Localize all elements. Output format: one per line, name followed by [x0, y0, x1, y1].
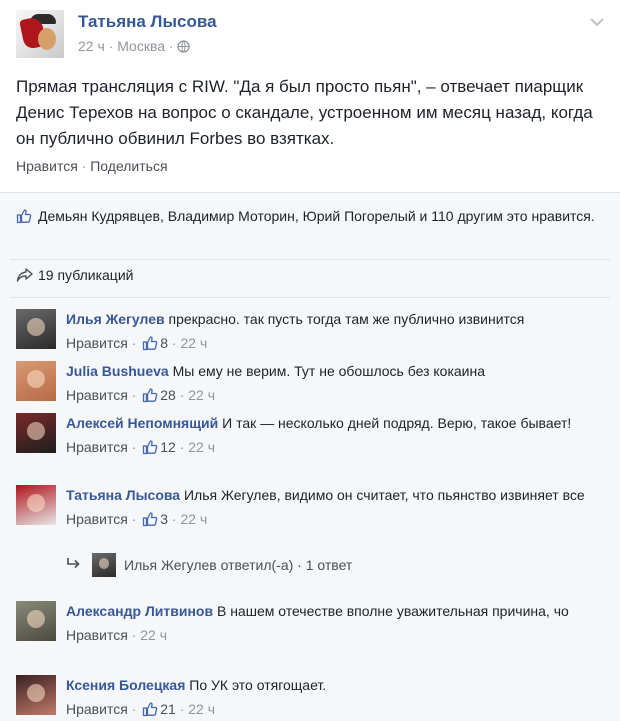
share-icon	[16, 267, 34, 286]
post-actions: Нравится · Поделиться	[16, 158, 168, 174]
comment-author[interactable]: Илья Жегулев	[66, 311, 165, 327]
comment-avatar[interactable]	[16, 485, 56, 525]
post-header: Татьяна Лысова 22 ч · Москва ·	[16, 10, 604, 64]
comment-like-link[interactable]: Нравится	[66, 439, 128, 455]
comment-like-count[interactable]: 12	[160, 439, 176, 455]
globe-icon[interactable]	[177, 40, 191, 56]
comment-like-count[interactable]: 8	[160, 335, 168, 351]
comment-actions: Нравится · 8 · 22 ч	[66, 333, 604, 357]
reply-arrow-icon	[66, 557, 82, 574]
author-avatar[interactable]	[16, 10, 64, 58]
comment-text: В нашем отечестве вполне уважительная пр…	[213, 603, 569, 619]
comment-time[interactable]: 22 ч	[188, 387, 215, 403]
comment-avatar[interactable]	[16, 309, 56, 349]
thumbs-up-icon	[16, 208, 32, 230]
comment-like-link[interactable]: Нравится	[66, 701, 128, 717]
comment-text: И так — несколько дней подряд. Верю, так…	[218, 415, 572, 431]
comment-actions: Нравится · 22 ч	[66, 627, 167, 643]
post-text: Прямая трансляция с RIW. "Да я был прост…	[16, 77, 593, 148]
author-name[interactable]: Татьяна Лысова	[78, 12, 217, 32]
comment-author[interactable]: Алексей Непомнящий	[66, 415, 218, 431]
comment-like-count[interactable]: 28	[160, 387, 176, 403]
comment-time[interactable]: 22 ч	[188, 439, 215, 455]
thumbs-up-icon	[142, 511, 158, 533]
comment-text: Илья Жегулев, видимо он считает, что пья…	[180, 487, 585, 503]
like-link[interactable]: Нравится	[16, 158, 78, 174]
reply-text: Илья Жегулев ответил(-а) · 1 ответ	[124, 557, 353, 573]
thumbs-up-icon	[142, 335, 158, 357]
comment-time[interactable]: 22 ч	[188, 701, 215, 717]
post-meta: 22 ч · Москва ·	[78, 38, 191, 56]
comment-like-link[interactable]: Нравится	[66, 335, 128, 351]
comment-like-count[interactable]: 3	[160, 511, 168, 527]
likes-text: Демьян Кудрявцев, Владимир Моторин, Юрий…	[38, 208, 595, 224]
comment-like-link[interactable]: Нравится	[66, 627, 128, 643]
comment-text: По УК это отягощает.	[185, 677, 327, 693]
comment-author[interactable]: Ксения Болецкая	[66, 677, 185, 693]
comment-time[interactable]: 22 ч	[140, 627, 167, 643]
comment-text: Мы ему не верим. Тут не обошлось без кок…	[168, 363, 486, 379]
likes-summary[interactable]: Демьян Кудрявцев, Владимир Моторин, Юрий…	[16, 205, 604, 227]
post-time[interactable]: 22 ч	[78, 38, 105, 54]
thumbs-up-icon	[142, 439, 158, 461]
comment-avatar[interactable]	[16, 675, 56, 715]
facebook-post: Татьяна Лысова 22 ч · Москва · Прямая тр…	[0, 0, 620, 721]
comment-actions: Нравится · 21 · 22 ч	[66, 699, 604, 723]
shares-count[interactable]: 19 публикаций	[16, 267, 133, 286]
comment-author[interactable]: Julia Bushueva	[66, 363, 169, 379]
comment-actions: Нравится · 12 · 22 ч	[66, 437, 604, 461]
comment-actions: Нравится · 3 · 22 ч	[66, 509, 604, 533]
chevron-down-icon[interactable]	[590, 14, 604, 32]
comment-avatar[interactable]	[16, 413, 56, 453]
reply-avatar	[92, 553, 116, 577]
comment-time[interactable]: 22 ч	[180, 335, 207, 351]
comment-avatar[interactable]	[16, 601, 56, 641]
comment-avatar[interactable]	[16, 361, 56, 401]
comment-like-link[interactable]: Нравится	[66, 511, 128, 527]
divider	[10, 259, 610, 260]
comment-time[interactable]: 22 ч	[180, 511, 207, 527]
comment-text: прекрасно. так пусть тогда там же публич…	[164, 311, 525, 327]
post-location[interactable]: Москва	[117, 38, 165, 54]
share-link[interactable]: Поделиться	[90, 158, 167, 174]
comment-actions: Нравится · 28 · 22 ч	[66, 385, 604, 409]
comment-like-link[interactable]: Нравится	[66, 387, 128, 403]
comment-like-count[interactable]: 21	[160, 701, 176, 717]
divider	[10, 297, 610, 298]
comment-author[interactable]: Татьяна Лысова	[66, 487, 180, 503]
thumbs-up-icon	[142, 387, 158, 409]
comment-author[interactable]: Александр Литвинов	[66, 603, 213, 619]
feedback-section: Демьян Кудрявцев, Владимир Моторин, Юрий…	[0, 192, 620, 721]
